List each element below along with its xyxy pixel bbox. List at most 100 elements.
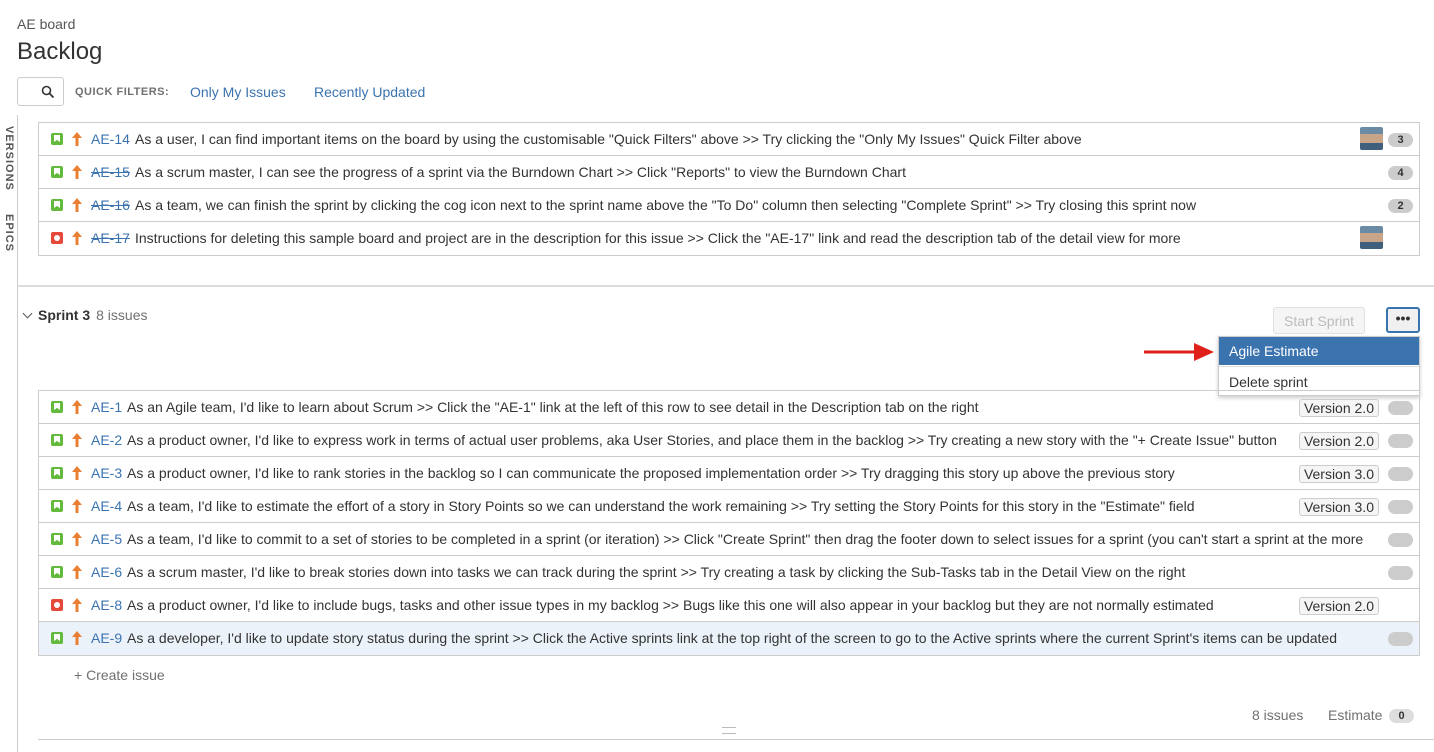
fix-version-label: Version 2.0 bbox=[1298, 597, 1379, 615]
bug-icon bbox=[51, 599, 63, 611]
estimate-label: Estimate bbox=[1328, 707, 1383, 723]
sprint-header[interactable]: Sprint 3 8 issues bbox=[22, 307, 148, 323]
section-divider bbox=[38, 739, 1434, 740]
priority-high-icon bbox=[72, 631, 82, 645]
issue-key[interactable]: AE-6 bbox=[91, 564, 122, 580]
issue-row[interactable]: AE-16 As a team, we can finish the sprin… bbox=[39, 189, 1419, 222]
story-points-badge bbox=[1388, 467, 1413, 481]
issue-row[interactable]: AE-2 As a product owner, I'd like to expr… bbox=[39, 424, 1419, 457]
priority-high-icon bbox=[72, 499, 82, 513]
issue-row[interactable]: AE-14 As a user, I can find important it… bbox=[39, 123, 1419, 156]
priority-high-icon bbox=[72, 598, 82, 612]
issue-key[interactable]: AE-4 bbox=[91, 498, 122, 514]
backlog-issue-list: AE-14 As a user, I can find important it… bbox=[38, 122, 1420, 256]
bug-icon bbox=[51, 232, 63, 244]
menu-item-agile-estimate[interactable]: Agile Estimate bbox=[1219, 337, 1419, 365]
story-icon bbox=[51, 467, 63, 479]
issue-summary: As a team, I'd like to commit to a set o… bbox=[127, 531, 1364, 547]
story-icon bbox=[51, 401, 63, 413]
priority-high-icon bbox=[72, 165, 82, 179]
priority-high-icon bbox=[72, 532, 82, 546]
issue-summary: As a developer, I'd like to update story… bbox=[127, 630, 1338, 646]
story-points-badge bbox=[1388, 401, 1413, 415]
quick-filters-label: QUICK FILTERS: bbox=[75, 86, 170, 98]
start-sprint-button[interactable]: Start Sprint bbox=[1273, 307, 1365, 334]
story-points-badge bbox=[1388, 434, 1413, 448]
issue-summary: As a product owner, I'd like to rank sto… bbox=[127, 465, 1175, 481]
filter-only-my-issues[interactable]: Only My Issues bbox=[190, 84, 286, 100]
story-points-badge bbox=[1388, 566, 1413, 580]
issue-summary: As a product owner, I'd like to express … bbox=[127, 432, 1277, 448]
fix-version-label: Version 3.0 bbox=[1298, 498, 1379, 516]
sprint-issue-list: AE-1 As an Agile team, I'd like to learn … bbox=[38, 390, 1420, 656]
issue-key[interactable]: AE-2 bbox=[91, 432, 122, 448]
story-points-badge bbox=[1388, 533, 1413, 547]
priority-high-icon bbox=[72, 400, 82, 414]
issue-summary: Instructions for deleting this sample bo… bbox=[135, 230, 1181, 246]
issue-key[interactable]: AE-1 bbox=[91, 399, 122, 415]
priority-high-icon bbox=[72, 231, 82, 245]
estimate-badge: 0 bbox=[1389, 709, 1414, 723]
issue-summary: As a scrum master, I can see the progres… bbox=[135, 164, 906, 180]
issue-key[interactable]: AE-3 bbox=[91, 465, 122, 481]
board-name: AE board bbox=[17, 16, 76, 32]
story-icon bbox=[51, 133, 63, 145]
story-points-badge bbox=[1388, 500, 1413, 514]
issue-row[interactable]: AE-9 As a developer, I'd like to update s… bbox=[39, 622, 1419, 655]
priority-high-icon bbox=[72, 565, 82, 579]
story-icon bbox=[51, 500, 63, 512]
issue-key[interactable]: AE-8 bbox=[91, 597, 122, 613]
priority-high-icon bbox=[72, 132, 82, 146]
story-points-badge: 3 bbox=[1388, 133, 1413, 147]
story-icon bbox=[51, 166, 63, 178]
more-actions-button[interactable]: ••• bbox=[1386, 307, 1420, 333]
priority-high-icon bbox=[72, 433, 82, 447]
issue-row[interactable]: AE-6 As a scrum master, I'd like to break… bbox=[39, 556, 1419, 589]
versions-tab[interactable]: VERSIONS bbox=[1, 126, 15, 191]
side-divider bbox=[17, 115, 18, 752]
issue-row[interactable]: AE-15 As a scrum master, I can see the p… bbox=[39, 156, 1419, 189]
search-icon bbox=[41, 85, 55, 99]
drag-handle[interactable] bbox=[722, 727, 736, 734]
search-input[interactable] bbox=[17, 77, 64, 106]
chevron-down-icon[interactable] bbox=[22, 308, 33, 319]
issue-row[interactable]: AE-8 As a product owner, I'd like to incl… bbox=[39, 589, 1419, 622]
issue-row[interactable]: AE-1 As an Agile team, I'd like to learn … bbox=[39, 391, 1419, 424]
issue-row[interactable]: AE-4 As a team, I'd like to estimate the … bbox=[39, 490, 1419, 523]
fix-version-label: Version 3.0 bbox=[1298, 465, 1379, 483]
priority-high-icon bbox=[72, 198, 82, 212]
section-divider bbox=[17, 285, 1434, 287]
issue-row[interactable]: AE-3 As a product owner, I'd like to rank… bbox=[39, 457, 1419, 490]
issue-key[interactable]: AE-14 bbox=[91, 131, 130, 147]
avatar bbox=[1360, 127, 1383, 150]
menu-divider bbox=[1219, 366, 1419, 367]
filter-recently-updated[interactable]: Recently Updated bbox=[314, 84, 425, 100]
issue-key[interactable]: AE-5 bbox=[91, 531, 122, 547]
story-icon bbox=[51, 199, 63, 211]
story-icon bbox=[51, 566, 63, 578]
sprint-actions-menu: Agile Estimate Delete sprint bbox=[1218, 336, 1420, 396]
story-icon bbox=[51, 533, 63, 545]
story-points-badge: 4 bbox=[1388, 166, 1413, 180]
sprint-issue-count: 8 issues bbox=[96, 307, 148, 323]
create-issue-link[interactable]: + Create issue bbox=[74, 667, 165, 683]
story-points-badge bbox=[1388, 632, 1413, 646]
story-icon bbox=[51, 434, 63, 446]
story-points-badge: 2 bbox=[1388, 199, 1413, 213]
issue-summary: As a user, I can find important items on… bbox=[135, 131, 1082, 147]
sprint-footer-count: 8 issues bbox=[1252, 707, 1304, 723]
issue-row[interactable]: AE-17 Instructions for deleting this sam… bbox=[39, 222, 1419, 255]
issue-key[interactable]: AE-15 bbox=[91, 164, 130, 180]
issue-row[interactable]: AE-5 As a team, I'd like to commit to a s… bbox=[39, 523, 1419, 556]
avatar bbox=[1360, 226, 1383, 249]
epics-tab[interactable]: EPICS bbox=[1, 214, 15, 252]
priority-high-icon bbox=[72, 466, 82, 480]
issue-key[interactable]: AE-17 bbox=[91, 230, 130, 246]
page-title: Backlog bbox=[17, 38, 103, 65]
fix-version-label: Version 2.0 bbox=[1298, 432, 1379, 450]
issue-summary: As an Agile team, I'd like to learn abou… bbox=[127, 399, 979, 415]
issue-key[interactable]: AE-9 bbox=[91, 630, 122, 646]
issue-summary: As a product owner, I'd like to include … bbox=[127, 597, 1214, 613]
issue-summary: As a team, we can finish the sprint by c… bbox=[135, 197, 1197, 213]
issue-key[interactable]: AE-16 bbox=[91, 197, 130, 213]
